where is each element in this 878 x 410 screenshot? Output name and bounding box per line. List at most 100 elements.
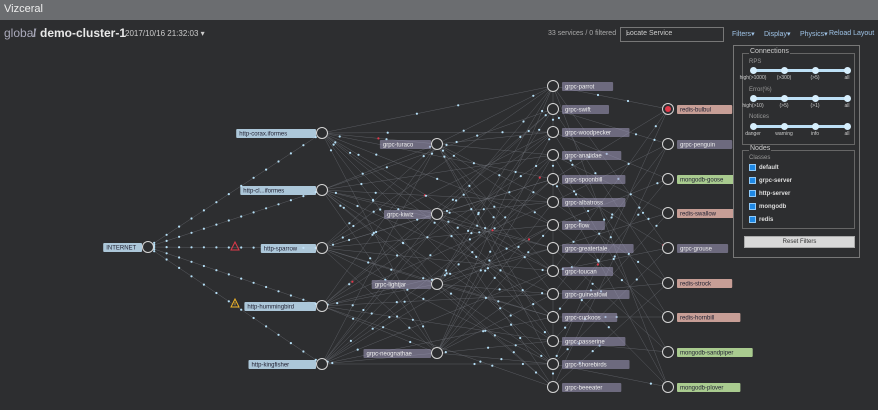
node-circle[interactable]: [547, 265, 559, 277]
node-circle[interactable]: [316, 184, 328, 196]
connection-line[interactable]: [436, 352, 554, 365]
service-node-cuc[interactable]: grpc-cuckoos: [547, 311, 618, 323]
service-node-par[interactable]: grpc-parrot: [547, 80, 614, 92]
service-node-rsw[interactable]: redis-swallow: [662, 207, 737, 219]
filters-menu[interactable]: Filters▾: [732, 30, 755, 38]
notices-slider-knob[interactable]: [844, 123, 851, 130]
error-slider-knob[interactable]: [750, 95, 757, 102]
service-node-gre[interactable]: grpc-greatertale: [547, 242, 634, 254]
connection-line[interactable]: [552, 247, 669, 353]
rps-slider[interactable]: high(>1000) (>300) (>5) all: [740, 67, 851, 81]
node-circle[interactable]: [431, 138, 443, 150]
node-circle[interactable]: [547, 219, 559, 231]
connection-line[interactable]: [147, 189, 323, 248]
connection-line[interactable]: [321, 247, 438, 354]
service-node-flo[interactable]: grpc-flow: [547, 219, 605, 231]
connection-line[interactable]: [436, 108, 554, 215]
connection-line[interactable]: [321, 189, 554, 203]
service-node-ana[interactable]: grpc-anatidae: [547, 149, 622, 161]
connection-line[interactable]: [147, 246, 323, 307]
service-node-ccr[interactable]: http-corax.iformes: [236, 127, 328, 139]
node-circle[interactable]: [547, 103, 559, 115]
connection-line[interactable]: [552, 108, 669, 180]
connection-line[interactable]: [321, 132, 554, 272]
node-circle[interactable]: [662, 207, 674, 219]
reset-filters-button[interactable]: Reset Filters: [744, 236, 855, 248]
node-circle[interactable]: [547, 311, 559, 323]
connection-line[interactable]: [321, 143, 438, 191]
connection-line[interactable]: [436, 131, 554, 145]
node-circle[interactable]: [547, 196, 559, 208]
error-slider[interactable]: high(>10) (>5) (>1) all: [742, 95, 851, 109]
connection-line[interactable]: [552, 178, 669, 388]
connection-line[interactable]: [436, 340, 554, 354]
node-circle[interactable]: [662, 242, 674, 254]
service-node-rhu[interactable]: redis-hornbill: [662, 311, 741, 323]
datetime-selector[interactable]: 2017/10/16 21:32:03 ▾: [125, 29, 205, 38]
node-circle[interactable]: [662, 381, 674, 393]
connection-line[interactable]: [321, 224, 554, 249]
connection-line[interactable]: [321, 143, 438, 249]
connection-line[interactable]: [321, 189, 438, 285]
reload-layout-button[interactable]: Reload Layout: [829, 30, 874, 37]
connection-line[interactable]: [321, 131, 554, 134]
service-node-hum[interactable]: http-hummingbird: [244, 300, 328, 312]
node-circle[interactable]: [662, 173, 674, 185]
class-checkbox-mongodb[interactable]: mongodb: [749, 203, 786, 210]
service-node-swi[interactable]: grpc-swift: [547, 103, 610, 115]
error-slider-knob[interactable]: [844, 95, 851, 102]
service-node-tur[interactable]: grpc-turaco: [379, 138, 443, 150]
node-circle[interactable]: [662, 311, 674, 323]
service-node-mgo[interactable]: mongodb-goose: [662, 173, 737, 185]
class-checkbox-default[interactable]: default: [749, 164, 779, 171]
error-slider-knob[interactable]: [781, 95, 788, 102]
node-circle[interactable]: [431, 278, 443, 290]
node-circle[interactable]: [547, 335, 559, 347]
service-node-pas[interactable]: grpc-passerine: [547, 335, 626, 347]
node-circle[interactable]: [316, 242, 328, 254]
node-circle[interactable]: [547, 126, 559, 138]
service-node-bee[interactable]: grpc-beeeater: [547, 381, 622, 393]
rps-slider-knob[interactable]: [781, 67, 788, 74]
notices-slider-knob[interactable]: [812, 123, 819, 130]
service-node-cli[interactable]: http-cl...iformes: [240, 184, 328, 196]
service-node-msa[interactable]: mongodb-sandpiper: [662, 346, 753, 358]
service-node-sho[interactable]: grpc-shorebirds: [547, 358, 630, 370]
service-node-tou[interactable]: grpc-toucan: [547, 265, 614, 277]
node-circle[interactable]: [431, 208, 443, 220]
connection-line[interactable]: [321, 85, 554, 134]
node-circle[interactable]: [547, 358, 559, 370]
node-circle[interactable]: [547, 381, 559, 393]
node-circle[interactable]: [547, 149, 559, 161]
node-circle[interactable]: [316, 300, 328, 312]
error-slider-knob[interactable]: [812, 95, 819, 102]
connection-line[interactable]: [552, 108, 669, 145]
notices-slider-knob[interactable]: [750, 123, 757, 130]
locate-service-input[interactable]: Locate Service ⌕: [620, 27, 724, 42]
rps-slider-knob[interactable]: [750, 67, 757, 74]
service-node-gui[interactable]: grpc-guineafowl: [547, 288, 630, 300]
service-node-gro[interactable]: grpc-grouse: [662, 242, 729, 254]
notices-slider-knob[interactable]: [781, 123, 788, 130]
node-circle[interactable]: [662, 277, 674, 289]
class-checkbox-http-server[interactable]: http-server: [749, 190, 790, 197]
notices-slider[interactable]: danger warning info all: [745, 123, 851, 137]
service-node-neo[interactable]: grpc-neognathae: [363, 347, 443, 359]
physics-menu[interactable]: Physics▾: [800, 30, 828, 38]
node-circle[interactable]: [431, 347, 443, 359]
connection-line[interactable]: [321, 85, 554, 365]
node-circle[interactable]: [547, 80, 559, 92]
service-node-rbu[interactable]: redis-bulbul: [662, 103, 733, 115]
service-node-mpl[interactable]: mongodb-plover: [662, 381, 741, 393]
breadcrumb-global[interactable]: global: [4, 26, 36, 40]
service-node-spa[interactable]: http-sparrow: [260, 242, 328, 254]
rps-slider-knob[interactable]: [844, 67, 851, 74]
node-circle[interactable]: [547, 242, 559, 254]
connection-line[interactable]: [552, 154, 669, 353]
service-node-internet[interactable]: INTERNET: [103, 241, 154, 253]
node-circle[interactable]: [547, 288, 559, 300]
node-circle[interactable]: [662, 138, 674, 150]
connection-line[interactable]: [321, 178, 554, 365]
connection-line[interactable]: [436, 283, 554, 365]
service-node-alb[interactable]: grpc-albatross: [547, 196, 626, 208]
